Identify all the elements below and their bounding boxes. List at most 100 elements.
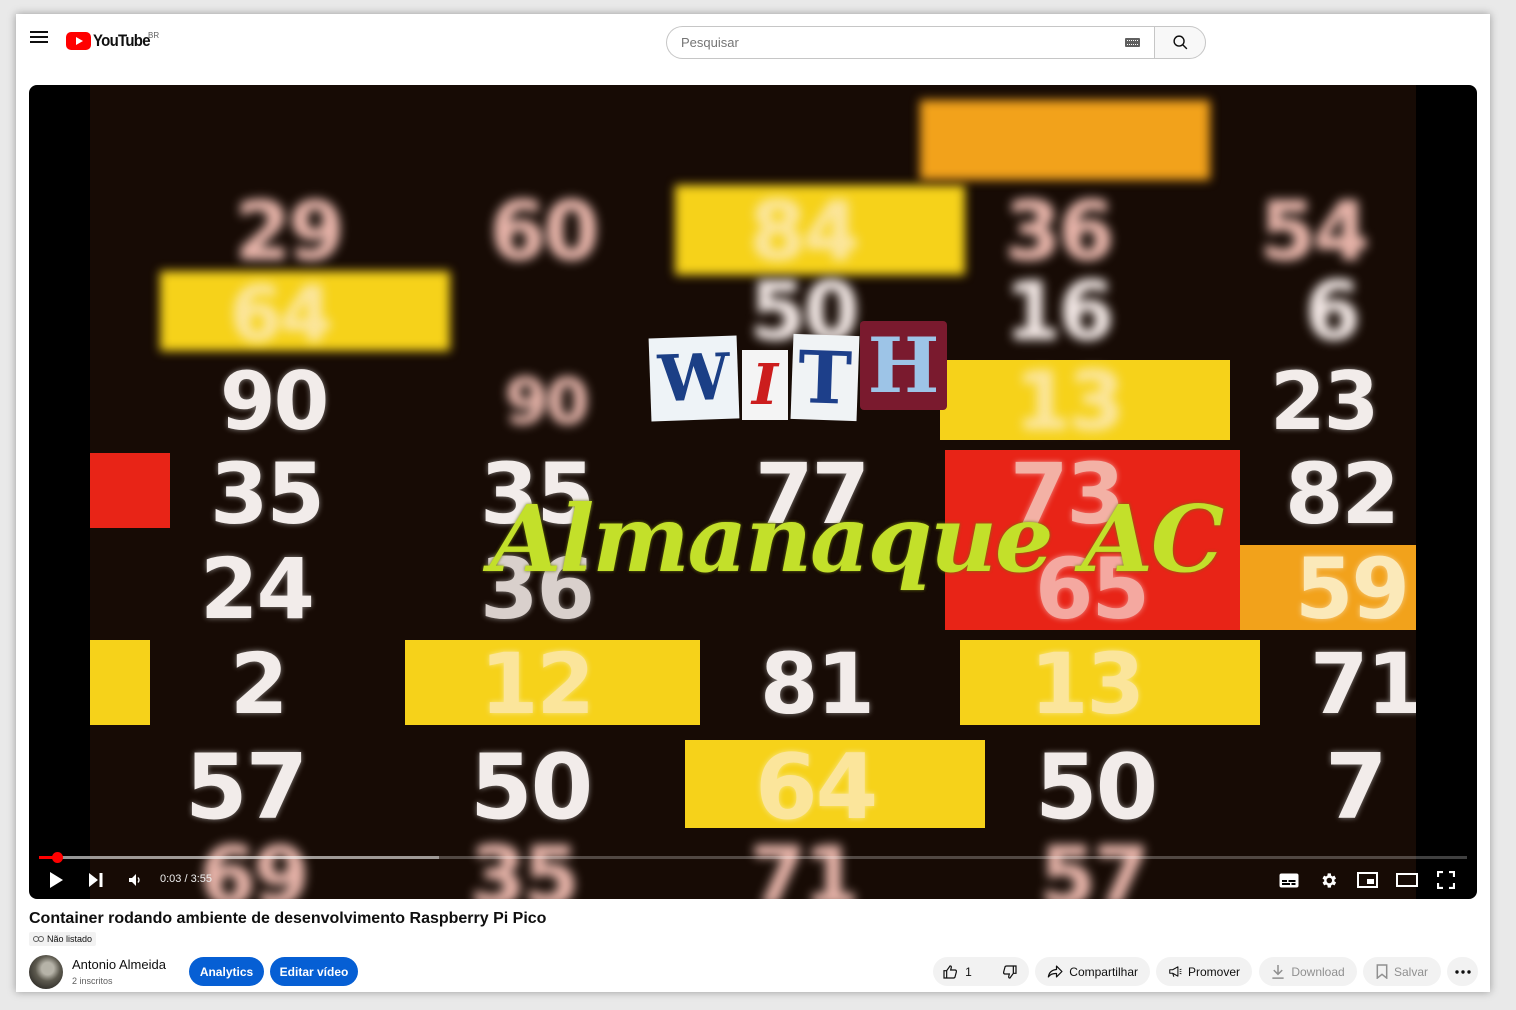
search-box [666, 26, 1154, 59]
download-button[interactable]: Download [1259, 957, 1357, 986]
download-label: Download [1291, 964, 1345, 979]
logo-text: YouTube [93, 31, 151, 50]
board-number: 6 [1305, 265, 1361, 358]
board-number: 7 [1325, 735, 1388, 840]
board-number: 24 [200, 540, 315, 638]
board-number: 50 [470, 735, 593, 840]
board-number: 16 [1005, 265, 1114, 358]
download-icon [1272, 964, 1284, 979]
with-letter: T [790, 333, 860, 422]
video-overlay-title: Almanaque AC [490, 485, 1224, 593]
fullscreen-icon [1437, 871, 1455, 889]
share-button[interactable]: Compartilhar [1035, 957, 1150, 986]
board-number: 36 [1005, 185, 1114, 278]
volume-icon [129, 874, 140, 886]
board-number: 23 [1270, 355, 1379, 448]
progress-bar[interactable] [39, 852, 1467, 863]
search-input[interactable] [681, 35, 1125, 50]
video-frame[interactable]: 35 35 77 73 82 24 36 65 59 2 12 81 13 71… [90, 85, 1416, 899]
visibility-badge: Não listado [29, 932, 97, 946]
gear-icon [1321, 872, 1336, 888]
bookmark-icon [1376, 964, 1388, 979]
thumbs-up-icon [943, 964, 958, 979]
promote-label: Promover [1187, 964, 1240, 979]
board-number: 12 [480, 635, 595, 733]
board-number: 71 [1310, 635, 1416, 733]
volume-button[interactable] [123, 867, 147, 893]
settings-button[interactable] [1316, 867, 1340, 893]
board-number: 64 [755, 735, 878, 840]
board-number: 60 [490, 185, 599, 278]
menu-icon[interactable] [28, 28, 50, 50]
next-icon [89, 873, 103, 887]
fullscreen-button[interactable] [1434, 867, 1458, 893]
subtitles-icon [1279, 873, 1299, 887]
board-number: 29 [235, 185, 344, 278]
board-number: 59 [1295, 540, 1410, 638]
board-number: 35 [210, 445, 325, 543]
keyboard-icon[interactable] [1125, 38, 1140, 47]
thumbs-down-icon [1002, 964, 1017, 979]
link-icon [33, 936, 44, 942]
board-number: 64 [230, 270, 332, 358]
more-icon [1454, 969, 1471, 974]
dislike-button[interactable] [992, 964, 1030, 980]
visibility-label: Não listado [47, 934, 93, 944]
video-title: Container rodando ambiente de desenvolvi… [29, 910, 547, 927]
edit-video-button[interactable]: Editar vídeo [270, 957, 358, 986]
board-cell [90, 453, 170, 528]
region-code: BR [148, 31, 160, 40]
like-count: 1 [965, 964, 972, 979]
board-number: 2 [230, 635, 288, 733]
play-icon [50, 872, 63, 888]
more-actions-button[interactable] [1447, 957, 1478, 986]
next-button[interactable] [83, 867, 109, 893]
board-number: 57 [1040, 830, 1149, 899]
board-number: 54 [1260, 185, 1369, 278]
channel-name[interactable]: Antonio Almeida [72, 957, 166, 972]
progress-buffer [39, 856, 439, 859]
board-number: 13 [1030, 635, 1145, 733]
play-button[interactable] [43, 867, 69, 893]
scrubber-handle[interactable] [52, 852, 64, 863]
time-display: 0:03 / 3:55 [160, 873, 212, 885]
board-number: 13 [1015, 355, 1124, 448]
megaphone-icon [1169, 966, 1182, 977]
search-icon [1172, 35, 1187, 50]
miniplayer-button[interactable] [1355, 867, 1379, 893]
board-number: 50 [1035, 735, 1158, 840]
share-label: Compartilhar [1069, 964, 1138, 979]
board-number: 71 [750, 830, 859, 899]
board-number: 90 [220, 355, 329, 448]
share-icon [1047, 965, 1063, 978]
theater-icon [1396, 873, 1418, 887]
theater-mode-button[interactable] [1395, 867, 1419, 893]
like-button[interactable]: 1 [932, 964, 980, 980]
with-letter: I [741, 350, 789, 420]
board-number: 84 [750, 185, 859, 278]
board-number: 35 [470, 830, 579, 899]
with-letter: H [859, 321, 948, 410]
board-number: 81 [760, 635, 875, 733]
subtitles-button[interactable] [1277, 867, 1301, 893]
board-number: 57 [185, 735, 308, 840]
board-cell [90, 640, 150, 725]
video-player[interactable]: 35 35 77 73 82 24 36 65 59 2 12 81 13 71… [29, 85, 1477, 899]
youtube-logo[interactable]: YouTube [66, 30, 158, 52]
miniplayer-icon [1356, 872, 1378, 888]
channel-avatar[interactable] [29, 955, 63, 989]
search-bar [666, 26, 1206, 59]
analytics-button[interactable]: Analytics [189, 957, 264, 986]
save-label: Salvar [1393, 964, 1428, 979]
with-logo: W I T H [648, 321, 948, 422]
board-number: 90 [505, 365, 589, 438]
subscriber-count: 2 inscritos [72, 976, 113, 986]
promote-button[interactable]: Promover [1156, 957, 1252, 986]
board-number: 69 [200, 830, 309, 899]
youtube-play-icon [66, 32, 91, 50]
like-dislike-group: 1 [933, 957, 1029, 986]
board-cell [920, 100, 1210, 180]
with-letter: W [648, 335, 740, 422]
search-button[interactable] [1154, 26, 1206, 59]
save-button[interactable]: Salvar [1363, 957, 1441, 986]
